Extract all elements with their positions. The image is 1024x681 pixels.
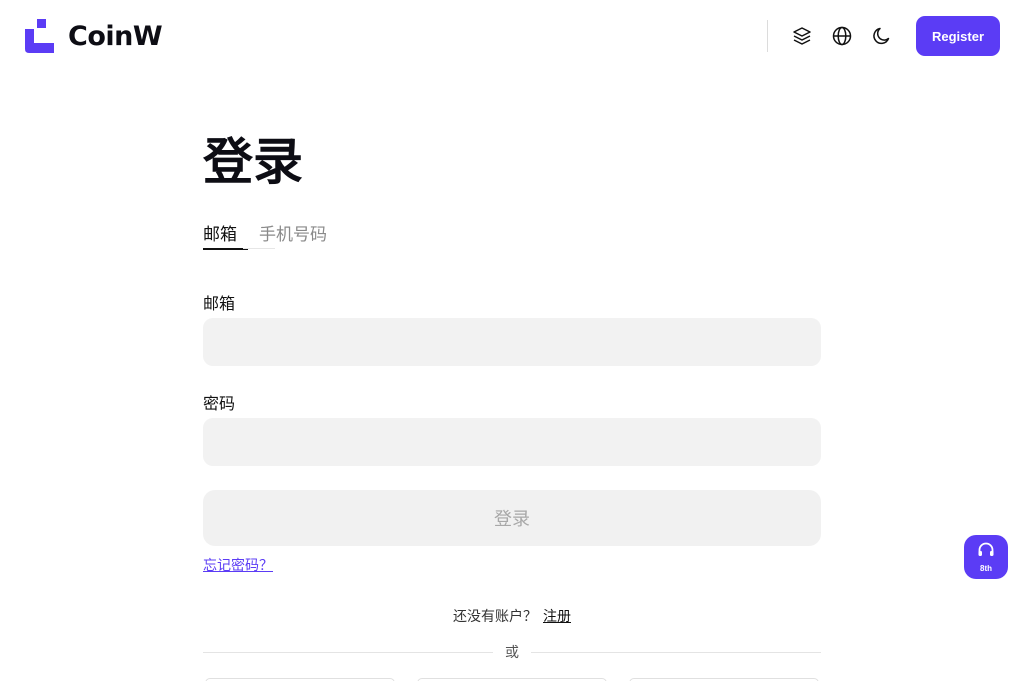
signup-row: 还没有账户？ 注册	[0, 606, 1024, 626]
login-submit-button[interactable]: 登录	[203, 490, 821, 546]
email-label: 邮箱	[203, 296, 236, 313]
divider-line-right	[531, 652, 821, 653]
signup-link[interactable]: 注册	[543, 608, 571, 624]
customer-support-button[interactable]: 8th	[964, 535, 1008, 579]
moon-icon[interactable]	[870, 24, 894, 48]
register-button[interactable]: Register	[916, 16, 1000, 56]
top-header: CoinW Register	[0, 0, 1024, 72]
layers-icon[interactable]	[790, 24, 814, 48]
or-divider: 或	[203, 640, 821, 664]
coinw-logo[interactable]: CoinW	[25, 19, 163, 53]
globe-icon[interactable]	[830, 24, 854, 48]
headset-icon	[977, 542, 995, 563]
logo-mark-icon	[25, 19, 55, 53]
support-badge: 8th	[980, 563, 992, 573]
forgot-password-link[interactable]: 忘记密码？	[203, 555, 273, 575]
signup-prompt: 还没有账户？	[453, 608, 537, 624]
active-tab-indicator	[203, 248, 248, 250]
tab-phone[interactable]: 手机号码	[259, 220, 327, 250]
email-field[interactable]	[203, 318, 821, 366]
tab-email[interactable]: 邮箱	[203, 220, 237, 250]
page-title: 登录	[203, 134, 303, 190]
password-label: 密码	[203, 396, 236, 413]
password-field[interactable]	[203, 418, 821, 466]
login-method-tabs: 邮箱 手机号码	[203, 220, 349, 250]
brand-name: CoinW	[68, 20, 163, 52]
inactive-tab-underline	[243, 248, 275, 249]
header-divider	[767, 20, 768, 52]
